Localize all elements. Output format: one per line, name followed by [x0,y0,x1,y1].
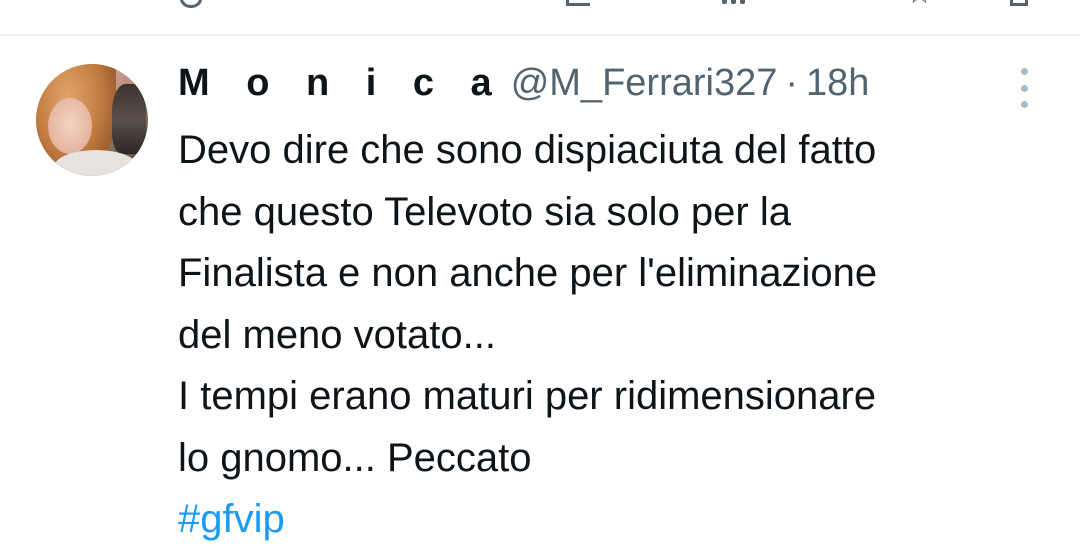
divider [0,34,1080,36]
tweet-text-line: che questo Televoto sia solo per la [178,189,791,234]
hashtag-link[interactable]: #gfvip [178,489,1058,548]
user-handle[interactable]: @M_Ferrari327 [511,62,778,105]
more-vertical-icon[interactable] [1014,68,1034,108]
tweet-text-line: Devo dire che sono dispiaciuta del fatto [178,128,877,172]
display-name[interactable]: M o n i c a [178,62,505,105]
tweet-text: Devo dire che sono dispiaciuta del fatto… [178,120,1058,548]
separator-dot: · [785,62,799,104]
share-icon[interactable] [1010,0,1028,6]
tweet-text-line: del meno votato... [178,312,496,357]
tweet-page: ☆ M o n i c a @M_Ferrari327 · 18h Devo d… [0,0,1080,548]
bookmark-icon[interactable]: ☆ [906,0,933,11]
tweet-text-line: I tempi erano maturi per ridimensionare [178,374,877,418]
tweet-text-line: Finalista e non anche per l'eliminazione [178,251,878,295]
previous-tweet-action-bar: ☆ [0,0,1080,12]
avatar[interactable] [36,64,148,176]
views-icon[interactable] [722,0,749,9]
tweet-header: M o n i c a @M_Ferrari327 · 18h [178,62,869,106]
reply-icon[interactable] [180,0,202,8]
retweet-icon[interactable] [566,0,590,6]
tweet-text-line: lo gnomo... Peccato [178,435,532,480]
tweet-timestamp[interactable]: 18h [806,62,869,105]
